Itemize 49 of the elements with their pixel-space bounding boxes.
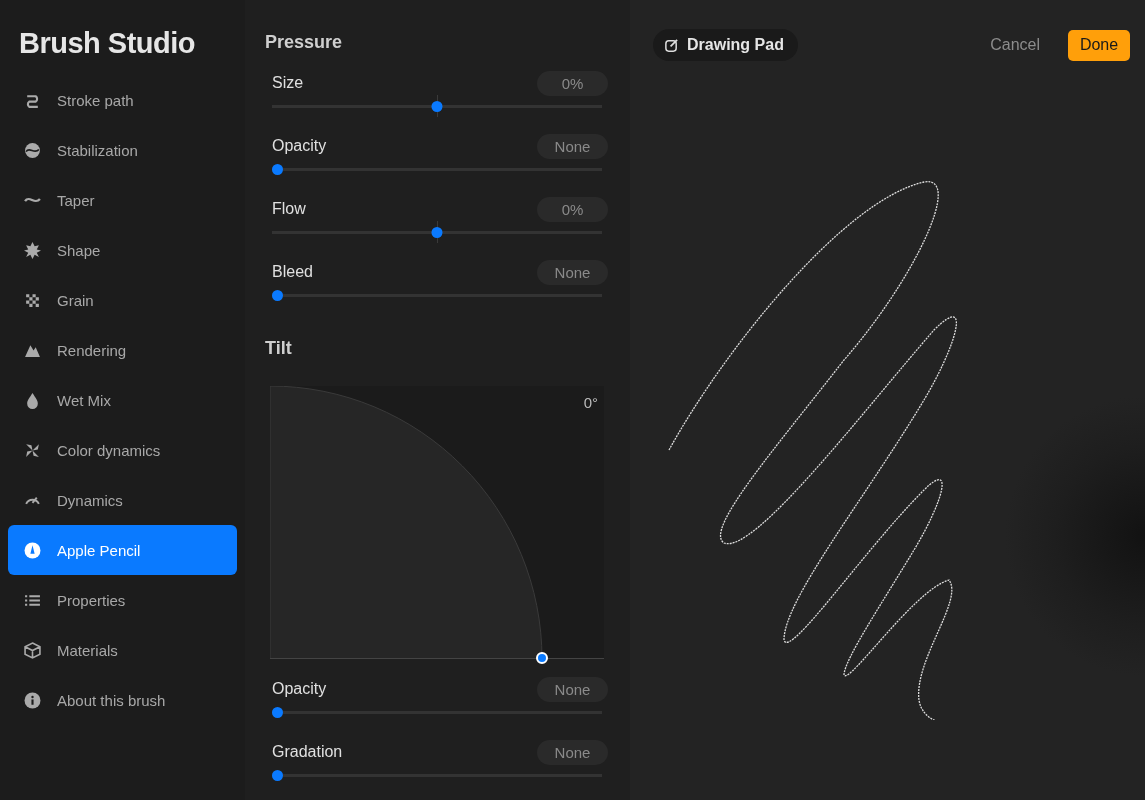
sidebar-item[interactable]: Apple Pencil (8, 525, 237, 575)
slider-thumb[interactable] (272, 164, 283, 175)
sidebar-item[interactable]: Shape (8, 225, 237, 275)
slider-thumb[interactable] (272, 770, 283, 781)
slider-label: Flow (272, 200, 306, 218)
sidebar-item[interactable]: Rendering (8, 325, 237, 375)
sidebar-item[interactable]: Materials (8, 625, 237, 675)
section-title: Pressure (265, 31, 343, 53)
sidebar-item[interactable]: Dynamics (8, 475, 237, 525)
sidebar-item[interactable]: Properties (8, 575, 237, 625)
sidebar-item-icon (24, 241, 41, 259)
value-field[interactable]: 0% (537, 196, 608, 222)
sidebar-item-icon (24, 441, 41, 459)
sidebar-item-icon (24, 141, 41, 159)
slider-thumb[interactable] (272, 707, 283, 718)
app-title: Brush Studio (18, 26, 197, 61)
sidebar-item-icon (24, 691, 41, 709)
slider-label: Bleed (272, 263, 313, 281)
sidebar-item[interactable]: Taper (8, 175, 237, 225)
angle-reading: 0° (583, 394, 598, 411)
sidebar-item[interactable]: Grain (8, 275, 237, 325)
value-field[interactable]: None (537, 676, 608, 702)
sidebar-item-icon (24, 495, 41, 505)
slider-thumb[interactable] (431, 101, 443, 112)
sidebar-item[interactable]: About this brush (8, 675, 237, 725)
slider-label: Gradation (272, 743, 343, 761)
drawing-pad-button[interactable]: Drawing Pad (653, 29, 798, 61)
cancel-button[interactable]: Cancel (990, 36, 1040, 54)
slider-thumb[interactable] (272, 290, 283, 301)
slider-label: Opacity (272, 137, 327, 155)
edit-icon (664, 37, 679, 53)
sidebar-item[interactable]: Stabilization (8, 125, 237, 175)
value-field[interactable]: 0% (537, 70, 608, 96)
slider-thumb[interactable] (431, 227, 443, 238)
value-field[interactable]: None (537, 259, 608, 285)
section-title: Tilt (265, 337, 292, 359)
sidebar-item-icon (24, 291, 41, 309)
sidebar-item-icon (24, 541, 41, 559)
slider-label: Size (272, 74, 304, 92)
sidebar-item-icon (24, 391, 41, 409)
sidebar-item[interactable]: Color dynamics (8, 425, 237, 475)
value-field[interactable]: None (537, 133, 608, 159)
sidebar-item-icon (24, 641, 41, 659)
sidebar-item[interactable]: Wet Mix (8, 375, 237, 425)
value-field[interactable]: None (537, 739, 608, 765)
sidebar-item-icon (24, 196, 41, 204)
slider-label: Opacity (272, 680, 327, 698)
done-button[interactable]: Done (1068, 29, 1130, 61)
sidebar-item[interactable]: Stroke path (8, 75, 237, 125)
